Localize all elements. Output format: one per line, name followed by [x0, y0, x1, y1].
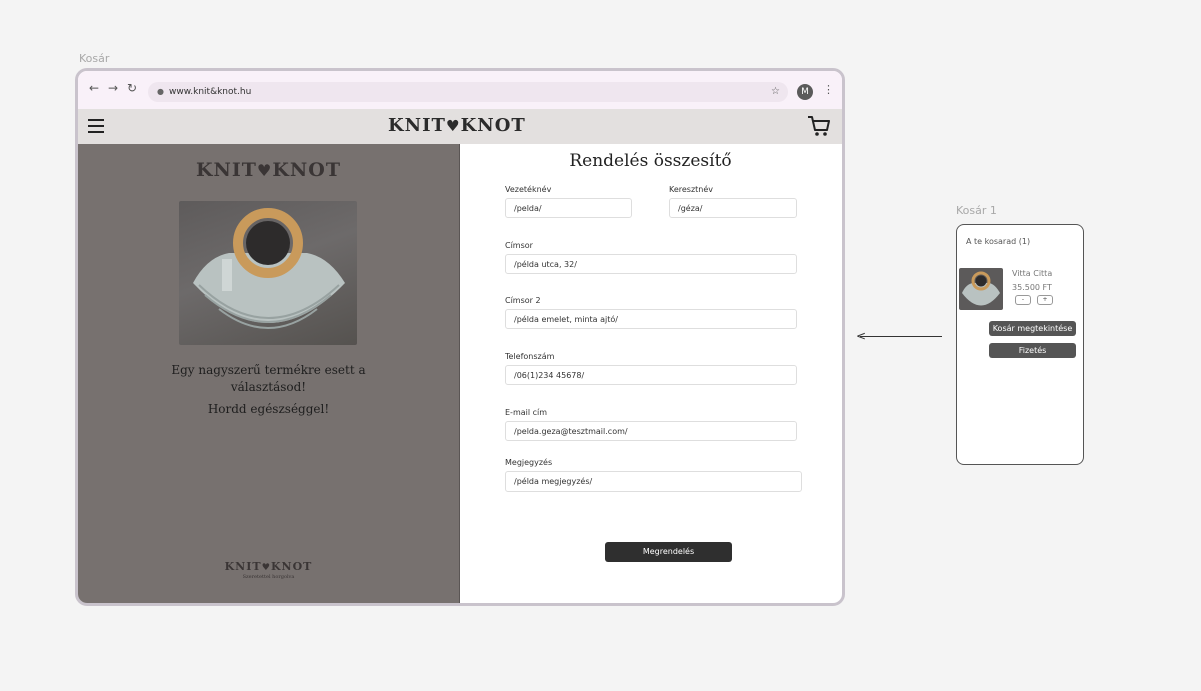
label-email: E-mail cím: [505, 408, 548, 417]
confirmation-panel: KNIT♥KNOT Egy nagyszerű termékre esett a…: [78, 144, 460, 603]
label-address-line-2: Címsor 2: [505, 296, 541, 305]
knitted-bag-illustration: [193, 208, 345, 329]
knitted-bag-thumbnail: [962, 271, 1000, 306]
email-field[interactable]: /pelda.geza@tesztmail.com/: [505, 421, 797, 441]
quantity-decrease-button[interactable]: -: [1015, 295, 1031, 305]
cart-item-image: [959, 268, 1003, 310]
url-text: www.knit&knot.hu: [169, 87, 252, 97]
label-address-line-1: Címsor: [505, 241, 533, 250]
message-line-2: választásod!: [230, 380, 307, 394]
flow-arrow: [860, 336, 942, 337]
reload-icon[interactable]: ↻: [125, 81, 139, 95]
yarn-heart-icon: ♥: [445, 117, 461, 135]
message-line-1: Egy nagyszerű termékre esett a: [171, 363, 366, 377]
cart-item-name: Vitta Citta: [1012, 269, 1053, 278]
logo-text-right: KNOT: [272, 159, 341, 181]
logo-text-right: KNOT: [270, 560, 313, 573]
frame-label-side: Kosár 1: [956, 204, 997, 217]
footer-tagline: Szeretettel horgolva: [242, 574, 295, 580]
logo-text-right: KNOT: [460, 115, 526, 136]
frame-label-main: Kosár: [79, 52, 110, 65]
profile-avatar[interactable]: M: [797, 84, 813, 100]
phone-field[interactable]: /06(1)234 45678/: [505, 365, 797, 385]
address-line-1-field[interactable]: /példa utca, 32/: [505, 254, 797, 274]
logo-text-left: KNIT: [196, 159, 257, 181]
note-field[interactable]: /példa megjegyzés/: [505, 471, 802, 492]
cart-dropdown: A te kosarad (1) Vitta Citta 35.500 FT -…: [956, 224, 1084, 465]
last-name-field[interactable]: /pelda/: [505, 198, 632, 218]
label-last-name: Vezetéknév: [505, 185, 552, 194]
message-line-3: Hordd egészséggel!: [207, 402, 330, 416]
address-bar[interactable]: ● www.knit&knot.hu ☆: [148, 82, 788, 102]
product-image: [179, 201, 357, 345]
arrow-left-icon[interactable]: ←: [87, 81, 101, 95]
arrow-right-icon[interactable]: →: [106, 81, 120, 95]
confirmation-message: Egy nagyszerű termékre esett a választás…: [78, 362, 459, 396]
yarn-heart-icon: ♥: [261, 562, 271, 573]
logo-text-left: KNIT: [388, 115, 446, 136]
header-logo[interactable]: KNIT♥KNOT: [388, 115, 526, 136]
cart-title: A te kosarad (1): [966, 237, 1031, 246]
star-icon[interactable]: ☆: [771, 82, 780, 102]
hamburger-menu-icon[interactable]: [88, 119, 104, 133]
more-options-icon[interactable]: ⋮: [823, 83, 834, 96]
label-phone: Telefonszám: [505, 352, 555, 361]
label-note: Megjegyzés: [505, 458, 553, 467]
shopping-cart-icon[interactable]: [807, 115, 831, 137]
browser-window: ← → ↻ ● www.knit&knot.hu ☆ M ⋮ KNIT♥KNOT…: [75, 68, 845, 606]
panel-logo: KNIT♥KNOT: [78, 159, 459, 181]
lock-icon: ●: [157, 87, 164, 96]
logo-text-left: KNIT: [224, 560, 262, 573]
yarn-heart-icon: ♥: [256, 161, 273, 180]
first-name-field[interactable]: /géza/: [669, 198, 797, 218]
page-title: Rendelés összesítő: [569, 151, 732, 171]
checkout-button[interactable]: Fizetés: [989, 343, 1076, 358]
view-cart-button[interactable]: Kosár megtekintése: [989, 321, 1076, 336]
cart-item-price: 35.500 FT: [1012, 283, 1052, 292]
site-header: KNIT♥KNOT: [78, 109, 842, 144]
arrow-left-icon: <: [856, 329, 867, 343]
order-submit-button[interactable]: Megrendelés: [605, 542, 732, 562]
quantity-increase-button[interactable]: +: [1037, 295, 1053, 305]
address-line-2-field[interactable]: /példa emelet, minta ajtó/: [505, 309, 797, 329]
footer-logo: KNIT♥KNOT: [78, 560, 459, 573]
browser-toolbar: ← → ↻ ● www.knit&knot.hu ☆ M ⋮: [78, 71, 842, 109]
label-first-name: Keresztnév: [669, 185, 714, 194]
